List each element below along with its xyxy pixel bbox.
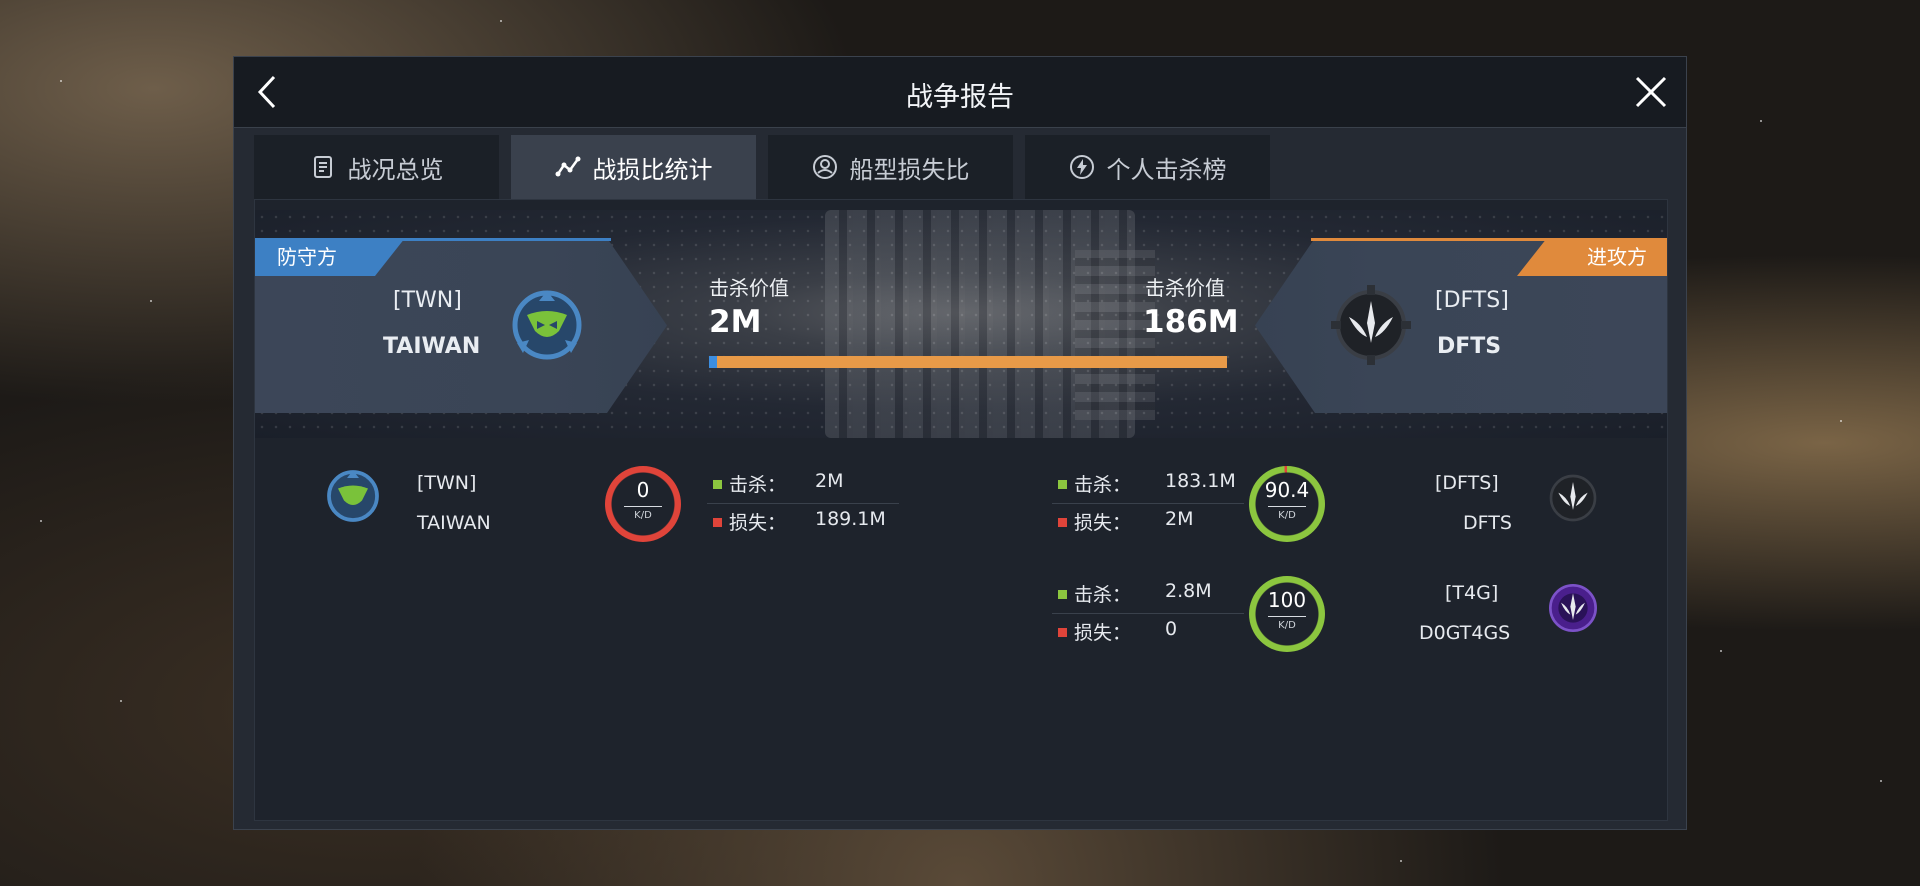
losses-value: 0 xyxy=(1165,618,1178,640)
defender-row-tag: [TWN] xyxy=(417,472,477,494)
kd-ring: 100 K/D xyxy=(1249,576,1325,652)
content-area: 防守方 进攻方 [TWN] TAIWAN 击杀价值 2M 击杀价值 186M [… xyxy=(254,199,1668,821)
tab-ship-type-loss[interactable]: 船型损失比 xyxy=(768,135,1013,199)
page-title: 战争报告 xyxy=(906,82,1014,113)
losses-label: 损失： xyxy=(729,512,787,534)
defender-row-name: TAIWAN xyxy=(417,512,491,534)
kd-value: 100 xyxy=(1267,588,1307,612)
attacker-row-tag: [T4G] xyxy=(1445,582,1499,604)
kd-label: K/D xyxy=(1278,510,1296,521)
kill-value-bar-defender-fill xyxy=(709,356,717,368)
losses-label: 损失： xyxy=(1074,512,1132,534)
kills-label: 击杀： xyxy=(729,474,787,496)
tab-label: 船型损失比 xyxy=(849,155,970,184)
tab-personal-kills[interactable]: 个人击杀榜 xyxy=(1025,135,1270,199)
close-icon xyxy=(1635,76,1667,108)
losses-marker xyxy=(1058,628,1067,637)
tab-overview[interactable]: 战况总览 xyxy=(254,135,499,199)
defender-name: TAIWAN xyxy=(383,334,481,359)
twn-emblem-icon xyxy=(327,470,379,522)
kills-label: 击杀： xyxy=(1074,474,1132,496)
tab-label: 战况总览 xyxy=(347,155,444,184)
kills-marker xyxy=(713,480,722,489)
losses-value: 189.1M xyxy=(815,508,886,530)
losses-marker xyxy=(713,518,722,527)
kd-label: K/D xyxy=(1278,620,1296,631)
kills-value: 183.1M xyxy=(1165,470,1236,492)
tab-label: 战损比统计 xyxy=(592,155,713,184)
kill-value-right: 186M xyxy=(1143,304,1239,340)
lightning-icon xyxy=(1069,155,1094,179)
document-icon xyxy=(313,156,332,178)
kills-marker xyxy=(1058,590,1067,599)
dfts-emblem-icon xyxy=(1331,285,1411,365)
kills-label: 击杀： xyxy=(1074,584,1132,606)
kill-value-left: 2M xyxy=(709,304,762,340)
kill-value-label-right: 击杀价值 xyxy=(1145,276,1225,300)
attacker-row-tag: [DFTS] xyxy=(1435,472,1499,494)
attacker-row-name: D0GT4GS xyxy=(1419,622,1511,644)
kd-ring: 90.4 K/D xyxy=(1249,466,1325,542)
war-report-panel: 战争报告 战况总览 战损比统计 船型损失比 个人击杀榜 防守方 进攻方 [TWN… xyxy=(234,57,1686,829)
losses-label: 损失： xyxy=(1074,622,1132,644)
kill-value-label-left: 击杀价值 xyxy=(709,276,789,300)
attacker-name: DFTS xyxy=(1437,334,1502,359)
kill-value-bar xyxy=(709,356,1227,368)
tab-loss-ratio[interactable]: 战损比统计 xyxy=(511,135,756,199)
kd-value: 90.4 xyxy=(1264,478,1310,502)
attacker-tag: [DFTS] xyxy=(1435,288,1509,313)
dfts-emblem-icon xyxy=(1549,474,1597,522)
t4g-emblem-icon xyxy=(1549,584,1597,632)
defender-tag: [TWN] xyxy=(393,288,462,313)
losses-marker xyxy=(1058,518,1067,527)
attacker-row-name: DFTS xyxy=(1463,512,1512,534)
kd-label: K/D xyxy=(634,510,652,521)
kills-value: 2M xyxy=(815,470,844,492)
tab-label: 个人击杀榜 xyxy=(1106,155,1227,184)
kills-marker xyxy=(1058,480,1067,489)
kd-value: 0 xyxy=(636,478,650,502)
kd-ring: 0 K/D xyxy=(605,466,681,542)
twn-emblem-icon xyxy=(512,290,582,360)
title-bar: 战争报告 xyxy=(234,57,1686,128)
kills-value: 2.8M xyxy=(1165,580,1212,602)
losses-value: 2M xyxy=(1165,508,1194,530)
close-button[interactable] xyxy=(1626,67,1676,117)
line-chart-icon xyxy=(555,156,580,177)
battle-banner: 防守方 进攻方 [TWN] TAIWAN 击杀价值 2M 击杀价值 186M [… xyxy=(255,210,1667,438)
ship-type-icon xyxy=(812,155,837,179)
